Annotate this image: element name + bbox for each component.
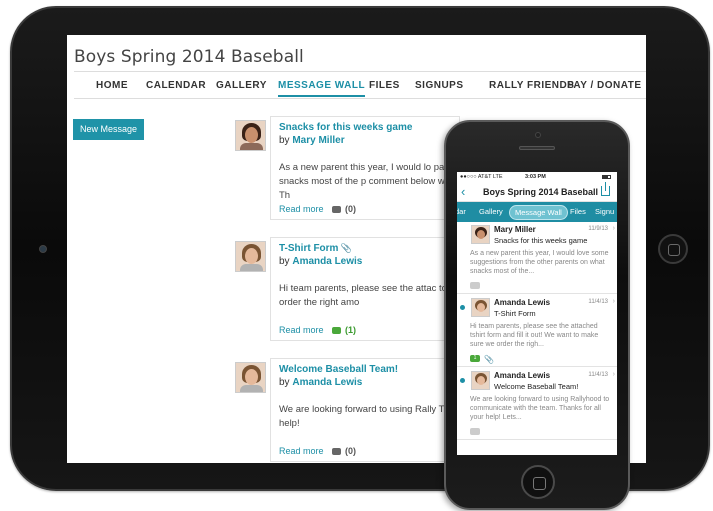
list-item[interactable]: Amanda Lewis 11/4/13 › T-Shirt Form Hi t… bbox=[457, 295, 617, 367]
home-button[interactable] bbox=[658, 234, 688, 264]
share-icon[interactable] bbox=[601, 182, 610, 196]
comment-icon: 1 bbox=[470, 355, 480, 362]
comment-icon bbox=[332, 327, 342, 335]
chevron-right-icon: › bbox=[612, 371, 615, 378]
page-title: Boys Spring 2014 Baseball bbox=[74, 47, 304, 67]
message-preview: We are looking forward to using Rallyhoo… bbox=[470, 396, 610, 421]
comment-count: (0) bbox=[345, 204, 357, 214]
list-item[interactable]: Amanda Lewis 11/4/13 › Welcome Baseball … bbox=[457, 368, 617, 440]
nav-gallery[interactable]: GALLERY bbox=[216, 80, 267, 91]
comment-icon bbox=[332, 206, 342, 214]
message-subject: T-Shirt Form bbox=[494, 309, 536, 318]
camera-icon bbox=[535, 132, 541, 138]
read-more-link[interactable]: Read more bbox=[279, 446, 324, 456]
message-date: 11/9/13 bbox=[588, 226, 608, 232]
unread-dot-icon bbox=[460, 378, 465, 383]
tab-signups[interactable]: Signu bbox=[595, 207, 614, 216]
avatar bbox=[471, 298, 490, 317]
nav-home[interactable]: HOME bbox=[96, 80, 128, 91]
app-header: ‹ Boys Spring 2014 Baseball bbox=[457, 182, 617, 202]
nav-message-wall[interactable]: MESSAGE WALL bbox=[278, 80, 366, 97]
comment-icon bbox=[470, 428, 480, 435]
sender-name: Amanda Lewis bbox=[494, 371, 551, 380]
list-item[interactable]: Mary Miller 11/9/13 › Snacks for this we… bbox=[457, 222, 617, 294]
back-chevron-icon[interactable]: ‹ bbox=[461, 184, 465, 199]
phone-device: ●●○○○ AT&T LTE 3:03 PM ‹ Boys Spring 201… bbox=[444, 120, 630, 510]
post-byline: by Mary Miller bbox=[279, 135, 345, 146]
post-footer: Read more (1) bbox=[279, 325, 356, 335]
post-footer: Read more (0) bbox=[279, 204, 356, 214]
message-subject: Welcome Baseball Team! bbox=[494, 382, 579, 391]
status-bar: ●●○○○ AT&T LTE 3:03 PM bbox=[457, 172, 617, 182]
tab-message-wall[interactable]: Message Wall bbox=[509, 205, 568, 220]
nav-rally-friends[interactable]: RALLY FRIENDS bbox=[489, 80, 574, 91]
tab-bar: dar Gallery Message Wall Files Signu bbox=[457, 202, 617, 222]
battery-icon bbox=[602, 175, 611, 179]
post-title-link[interactable]: Welcome Baseball Team! bbox=[279, 364, 398, 375]
comment-icon bbox=[470, 282, 480, 289]
nav-pay-donate[interactable]: PAY / DONATE bbox=[567, 80, 642, 91]
message-preview: As a new parent this year, I would love … bbox=[470, 250, 609, 275]
post-card: T-Shirt Form 📎 by Amanda Lewis Hi team pa… bbox=[270, 237, 509, 341]
post-title-link[interactable]: Snacks for this weeks game bbox=[279, 122, 412, 133]
tab-files[interactable]: Files bbox=[570, 207, 586, 216]
author-link[interactable]: Mary Miller bbox=[292, 135, 344, 146]
tab-gallery[interactable]: Gallery bbox=[479, 207, 503, 216]
new-message-button[interactable]: New Message bbox=[73, 119, 144, 140]
app-title: Boys Spring 2014 Baseball bbox=[483, 187, 599, 197]
nav-calendar[interactable]: CALENDAR bbox=[146, 80, 206, 91]
avatar[interactable] bbox=[235, 120, 266, 151]
phone-screen: ●●○○○ AT&T LTE 3:03 PM ‹ Boys Spring 201… bbox=[457, 172, 617, 455]
post-card: Welcome Baseball Team! by Amanda Lewis W… bbox=[270, 358, 517, 462]
message-subject: Snacks for this weeks game bbox=[494, 236, 588, 245]
avatar bbox=[471, 225, 490, 244]
comment-count: (1) bbox=[345, 325, 357, 335]
sender-name: Amanda Lewis bbox=[494, 298, 551, 307]
post-title-link[interactable]: T-Shirt Form 📎 bbox=[279, 243, 352, 254]
comment-count: (0) bbox=[345, 446, 357, 456]
post-byline: by Amanda Lewis bbox=[279, 256, 363, 267]
post-card: Snacks for this weeks game by Mary Mille… bbox=[270, 116, 509, 220]
avatar bbox=[471, 371, 490, 390]
nav-signups[interactable]: SIGNUPS bbox=[415, 80, 464, 91]
post-byline: by Amanda Lewis bbox=[279, 377, 363, 388]
home-button[interactable] bbox=[521, 465, 555, 499]
message-preview: Hi team parents, please see the attached… bbox=[470, 323, 599, 348]
comment-icon bbox=[332, 448, 342, 456]
speaker-grille bbox=[519, 146, 555, 150]
chevron-right-icon: › bbox=[612, 298, 615, 305]
post-footer: Read more (0) bbox=[279, 446, 356, 456]
paperclip-icon: 📎 bbox=[340, 243, 352, 253]
sender-name: Mary Miller bbox=[494, 225, 536, 234]
read-more-link[interactable]: Read more bbox=[279, 204, 324, 214]
tab-calendar[interactable]: dar bbox=[457, 207, 466, 216]
unread-dot-icon bbox=[460, 305, 465, 310]
message-date: 11/4/13 bbox=[588, 372, 608, 378]
nav-files[interactable]: FILES bbox=[369, 80, 400, 91]
author-link[interactable]: Amanda Lewis bbox=[292, 377, 362, 388]
clock: 3:03 PM bbox=[525, 174, 546, 180]
camera-icon bbox=[39, 245, 47, 253]
avatar[interactable] bbox=[235, 241, 266, 272]
carrier-label: ●●○○○ AT&T LTE bbox=[460, 174, 503, 180]
author-link[interactable]: Amanda Lewis bbox=[292, 256, 362, 267]
main-nav: HOME CALENDAR GALLERY MESSAGE WALL FILES… bbox=[74, 71, 646, 99]
avatar[interactable] bbox=[235, 362, 266, 393]
read-more-link[interactable]: Read more bbox=[279, 325, 324, 335]
paperclip-icon: 📎 bbox=[484, 355, 494, 364]
message-date: 11/4/13 bbox=[588, 299, 608, 305]
chevron-right-icon: › bbox=[612, 225, 615, 232]
